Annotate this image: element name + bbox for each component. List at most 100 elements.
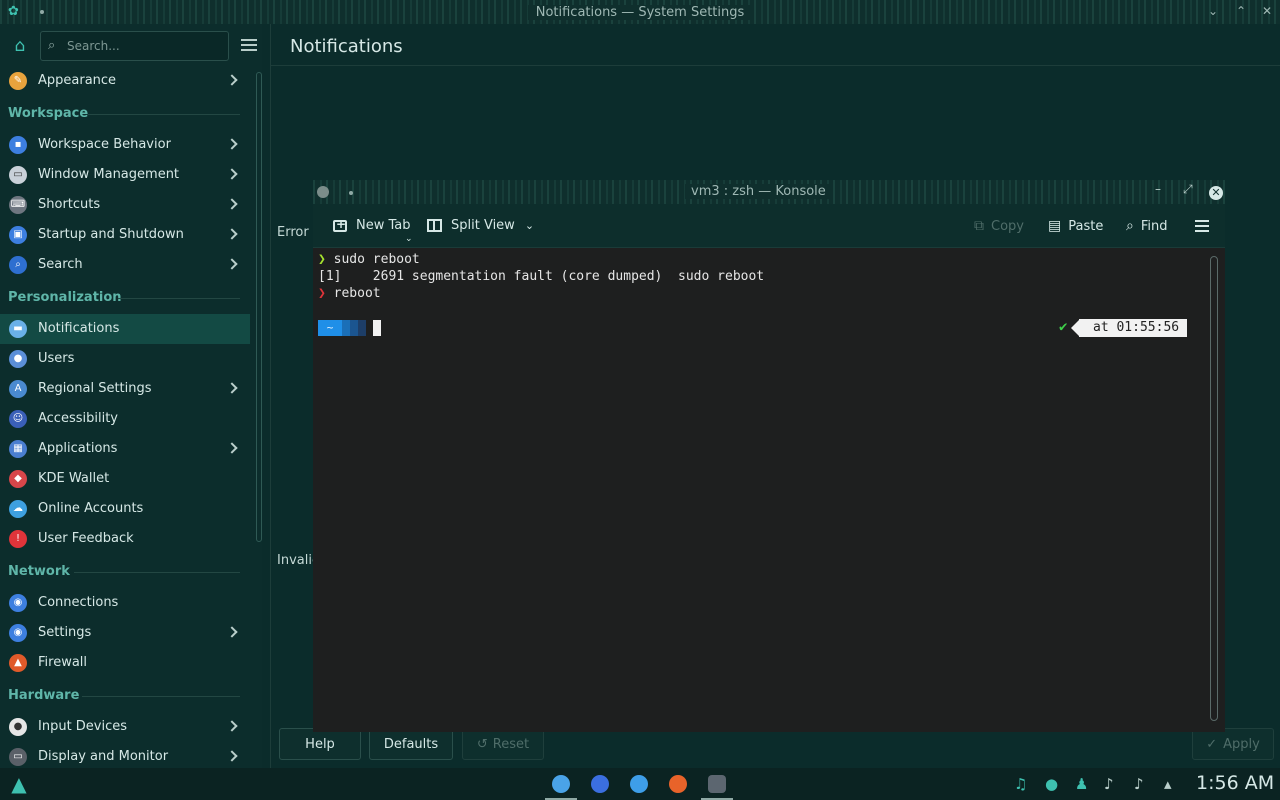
status-check-icon: ✔: [1059, 319, 1068, 335]
notifications-icon: ▬: [9, 320, 27, 338]
task-dolphin[interactable]: [627, 772, 651, 796]
minimize-icon[interactable]: –: [1155, 182, 1161, 196]
taskbar: ▲ ♫ ● ♟ ♪ ♪ ▴ 1:56 AM: [0, 768, 1280, 800]
sidebar-item-online-accounts[interactable]: ☁ Online Accounts: [0, 494, 250, 524]
sidebar-item-input-devices[interactable]: ● Input Devices: [0, 712, 250, 742]
sidebar-item-accessibility[interactable]: ☺ Accessibility: [0, 404, 250, 434]
help-button[interactable]: Help: [279, 728, 361, 760]
sidebar-item-workspace-behavior[interactable]: ▪ Workspace Behavior: [0, 130, 250, 160]
konsole-window[interactable]: vm3 : zsh — Konsole – ⤢ ✕ New Tab ⌄ Spli…: [313, 180, 1225, 732]
volume-icon[interactable]: ♪: [1134, 775, 1144, 793]
search-input[interactable]: [67, 36, 222, 56]
prompt-error-icon: ❯: [318, 286, 326, 301]
system-settings-app-icon: ✿: [8, 4, 19, 19]
sidebar-item-label: Applications: [38, 441, 118, 456]
sidebar-item-network-settings[interactable]: ◉ Settings: [0, 618, 250, 648]
section-personalization: Personalization: [0, 280, 250, 314]
apply-check-icon: ✓: [1206, 736, 1218, 752]
split-view-label: Split View: [451, 218, 515, 233]
application-launcher-icon[interactable]: ▲: [8, 773, 30, 795]
apply-button-label: Apply: [1223, 736, 1260, 752]
find-button[interactable]: ⌕ Find: [1126, 218, 1167, 234]
sidebar-scrollbar[interactable]: [256, 72, 262, 542]
status-time-segment: at 01:55:56: [1070, 319, 1188, 337]
hamburger-menu-icon[interactable]: [240, 36, 258, 54]
sidebar-header: ⌂ ⌕: [0, 30, 262, 62]
sidebar-item-user-feedback[interactable]: ! User Feedback: [0, 524, 250, 554]
close-icon[interactable]: ✕: [1209, 186, 1223, 200]
notifications-bell-icon[interactable]: ♫: [1014, 775, 1027, 793]
terminal-line-2: [1] 2691 segmentation fault (core dumped…: [318, 269, 765, 284]
sidebar-item-appearance[interactable]: ✎ Appearance: [0, 66, 250, 96]
sidebar-item-label: Search: [38, 257, 83, 272]
terminal-scrollbar[interactable]: [1210, 256, 1218, 721]
sidebar-item-label: Accessibility: [38, 411, 118, 426]
help-button-label: Help: [305, 736, 335, 752]
sidebar-item-label: Settings: [38, 625, 92, 640]
sidebar-item-users[interactable]: ● Users: [0, 344, 250, 374]
settings-titlebar[interactable]: ✿ Notifications — System Settings ⌄ ⌃ ✕: [0, 0, 1280, 24]
volume-muted-icon[interactable]: ♪: [1104, 775, 1114, 793]
task-discover[interactable]: [588, 772, 612, 796]
sidebar-item-label: Appearance: [38, 73, 117, 88]
sidebar-item-startup-shutdown[interactable]: ▣ Startup and Shutdown: [0, 220, 250, 250]
terminal-area[interactable]: ❯ sudo reboot [1] 2691 segmentation faul…: [313, 248, 1209, 732]
sidebar-item-connections[interactable]: ◉ Connections: [0, 588, 250, 618]
section-title: Workspace: [8, 106, 89, 121]
terminal-command-1: sudo reboot: [325, 252, 420, 267]
apply-button[interactable]: ✓ Apply: [1192, 728, 1274, 760]
sidebar-item-label: Online Accounts: [38, 501, 144, 516]
user-icon[interactable]: ●: [1045, 775, 1058, 793]
sidebar-item-regional-settings[interactable]: A Regional Settings: [0, 374, 250, 404]
section-workspace: Workspace: [0, 96, 250, 130]
search-icon: ⌕: [9, 256, 27, 274]
task-konsole[interactable]: [701, 772, 733, 800]
maximize-icon[interactable]: ⌃: [1236, 4, 1246, 18]
new-tab-icon: [333, 217, 347, 232]
header-divider: [271, 65, 1280, 66]
maximize-icon[interactable]: ⤢: [1183, 182, 1193, 197]
prompt-path-segment: ~: [318, 320, 366, 336]
clock[interactable]: 1:56 AM: [1196, 772, 1274, 794]
sidebar-item-label: Startup and Shutdown: [38, 227, 184, 242]
sidebar-item-kde-wallet[interactable]: ◆ KDE Wallet: [0, 464, 250, 494]
tray-expand-icon[interactable]: ▴: [1164, 775, 1172, 793]
task-system-settings[interactable]: [545, 772, 577, 800]
sidebar-item-window-management[interactable]: ▭ Window Management: [0, 160, 250, 190]
copy-button[interactable]: ⧉ Copy: [974, 218, 1024, 234]
reset-button[interactable]: ↺ Reset: [462, 728, 544, 760]
split-view-button[interactable]: Split View ⌄: [427, 218, 534, 233]
sidebar-item-label: Users: [38, 351, 75, 366]
sidebar-item-label: Connections: [38, 595, 119, 610]
sidebar-item-shortcuts[interactable]: ⌨ Shortcuts: [0, 190, 250, 220]
new-tab-button[interactable]: New Tab: [333, 217, 411, 233]
paste-button[interactable]: ▤ Paste: [1048, 218, 1103, 234]
search-field[interactable]: ⌕: [40, 31, 229, 61]
home-icon[interactable]: ⌂: [10, 36, 30, 56]
accessibility-tray-icon[interactable]: ♟: [1075, 775, 1088, 793]
task-firefox[interactable]: [666, 772, 690, 796]
sidebar-item-label: User Feedback: [38, 531, 134, 546]
sidebar-item-applications[interactable]: ▦ Applications: [0, 434, 250, 464]
connections-icon: ◉: [9, 594, 27, 612]
defaults-button[interactable]: Defaults: [369, 728, 453, 760]
hamburger-menu-icon[interactable]: [1195, 220, 1209, 232]
pin-icon[interactable]: [349, 191, 353, 195]
sidebar-item-search[interactable]: ⌕ Search: [0, 250, 250, 280]
reset-icon: ↺: [476, 736, 488, 752]
chevron-right-icon: [226, 228, 238, 240]
find-label: Find: [1140, 218, 1168, 234]
pin-icon[interactable]: [40, 10, 44, 14]
new-tab-dropdown-icon[interactable]: ⌄: [405, 234, 413, 244]
sidebar-item-label: Window Management: [38, 167, 180, 182]
shortcuts-icon: ⌨: [9, 196, 27, 214]
sidebar-item-firewall[interactable]: ▲ Firewall: [0, 648, 250, 678]
konsole-titlebar[interactable]: vm3 : zsh — Konsole – ⤢ ✕: [313, 180, 1225, 204]
system-settings-task-icon: [552, 775, 570, 793]
display-monitor-icon: ▭: [9, 748, 27, 766]
chevron-right-icon: [226, 626, 238, 638]
sidebar-item-notifications[interactable]: ▬ Notifications: [0, 314, 250, 344]
section-title: Hardware: [8, 688, 80, 703]
minimize-icon[interactable]: ⌄: [1208, 4, 1218, 18]
close-icon[interactable]: ✕: [1262, 4, 1272, 18]
